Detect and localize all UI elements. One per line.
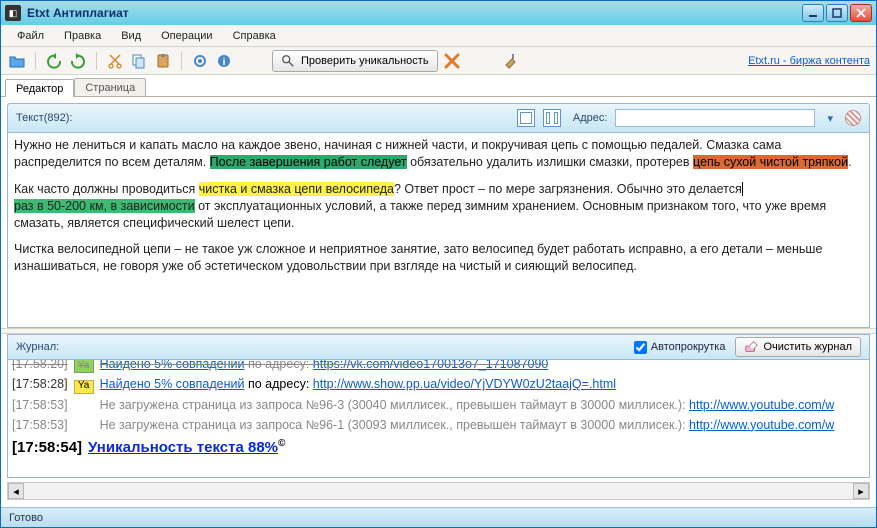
redo-button[interactable] [68,51,88,71]
blocked-icon[interactable] [845,110,861,126]
paragraph-2: Как часто должны проводиться чистка и см… [14,181,863,232]
log-header: Журнал: Автопрокрутка Очистить журнал [7,334,870,360]
info-button[interactable]: i [214,51,234,71]
close-button[interactable] [850,4,872,22]
log-row: [17:58:28] Ya Найдено 5% совпадений по а… [12,374,865,394]
log-body: [17.58.20] Ya Найдено 5% совпадений по а… [7,360,870,478]
highlight-green: После завершения работ следует [210,155,407,169]
autoscroll-checkbox[interactable] [634,341,647,354]
separator [35,52,36,70]
log-link[interactable]: Найдено 5% совпадений [100,377,245,391]
log-timestamp: [17:58:53] [12,416,68,434]
app-icon: ◧ [5,5,21,21]
menu-edit[interactable]: Правка [54,27,111,45]
clear-log-button[interactable]: Очистить журнал [735,337,861,357]
svg-text:i: i [223,57,226,68]
tab-editor[interactable]: Редактор [5,79,74,97]
editor-header: Текст(892): Адрес: ▾ [7,103,870,133]
toolbar: i Проверить уникальность Etxt.ru - биржа… [1,47,876,75]
layout-split-icon[interactable] [543,109,561,127]
dropdown-icon[interactable]: ▾ [823,112,837,125]
eraser-icon [744,340,758,354]
highlight-yellow: чистка и смазка цепи велосипеда [199,182,394,196]
log-label: Журнал: [16,341,624,353]
tabs: Редактор Страница [1,75,876,97]
search-icon [281,54,295,68]
engine-badge: Ya [74,360,94,373]
menu-operations[interactable]: Операции [151,27,222,45]
text-count-label: Текст(892): [16,112,72,124]
maximize-button[interactable] [826,4,848,22]
log-timestamp: [17:58:28] [12,375,68,393]
highlight-green-2: раз в 50-200 км, в зависимости [14,199,195,213]
paragraph-3: Чистка велосипедной цепи – не такое уж с… [14,241,863,275]
undo-button[interactable] [44,51,64,71]
status-text: Готово [9,512,43,524]
result-row: [17:58:54] Уникальность текста 88%© [12,435,865,460]
titlebar: ◧ Etxt Антиплагиат [1,1,876,25]
menu-view[interactable]: Вид [111,27,151,45]
etxt-link[interactable]: Etxt.ru - биржа контента [748,55,870,67]
highlight-orange: цепь сухой чистой тряпкой [693,155,848,169]
open-folder-button[interactable] [7,51,27,71]
address-label: Адрес: [573,112,608,124]
window-title: Etxt Антиплагиат [27,6,802,20]
stop-button[interactable] [442,51,462,71]
paste-button[interactable] [153,51,173,71]
copy-button[interactable] [129,51,149,71]
horizontal-scrollbar[interactable]: ◂ ▸ [7,482,870,500]
check-uniqueness-label: Проверить уникальность [301,55,429,67]
editor-body[interactable]: Нужно не лениться и капать масло на кажд… [7,133,870,328]
layout-single-icon[interactable] [517,109,535,127]
log-url[interactable]: http://www.youtube.com/w [689,418,834,432]
autoscroll-check[interactable]: Автопрокрутка [634,341,726,354]
menu-help[interactable]: Справка [223,27,286,45]
log-row: [17:58:53] Не загружена страница из запр… [12,395,865,415]
result-timestamp: [17:58:54] [12,437,82,459]
statusbar: Готово [1,507,876,527]
paragraph-1: Нужно не лениться и капать масло на кажд… [14,137,863,171]
scroll-right-button[interactable]: ▸ [853,483,869,499]
log-url[interactable]: http://www.youtube.com/w [689,398,834,412]
log-row: [17:58:53] Не загружена страница из запр… [12,415,865,435]
log-url[interactable]: http://www.show.pp.ua/video/YjVDYW0zU2ta… [313,377,616,391]
separator [96,52,97,70]
check-uniqueness-button[interactable]: Проверить уникальность [272,50,438,72]
separator [181,52,182,70]
cut-button[interactable] [105,51,125,71]
menubar: Файл Правка Вид Операции Справка [1,25,876,47]
tool-button[interactable] [500,51,520,71]
address-input[interactable] [615,109,815,127]
uniqueness-result[interactable]: Уникальность текста 88% [88,439,278,456]
minimize-button[interactable] [802,4,824,22]
text-cursor [742,182,743,196]
engine-badge: Ya [74,380,94,394]
settings-button[interactable] [190,51,210,71]
menu-file[interactable]: Файл [7,27,54,45]
log-row: [17.58.20] Ya Найдено 5% совпадений по а… [12,360,865,374]
scroll-left-button[interactable]: ◂ [8,483,24,499]
tab-page[interactable]: Страница [74,78,146,96]
log-timestamp: [17:58:53] [12,396,68,414]
